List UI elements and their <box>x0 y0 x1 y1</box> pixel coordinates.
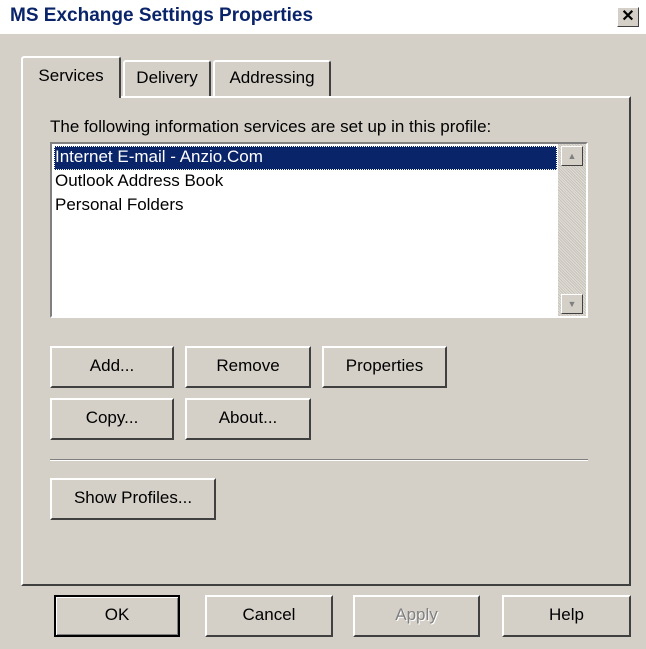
remove-button-label: Remove <box>216 356 280 375</box>
apply-button-label: Apply <box>395 605 438 624</box>
cancel-button[interactable]: Cancel <box>205 595 333 637</box>
properties-dialog: MS Exchange Settings Properties ✕ Servic… <box>0 0 646 649</box>
scroll-up-icon[interactable]: ▲ <box>561 146 583 166</box>
tab-services[interactable]: Services <box>21 56 121 98</box>
cancel-button-label: Cancel <box>242 605 296 624</box>
tab-delivery-label: Delivery <box>136 68 198 87</box>
tab-services-label: Services <box>38 66 104 85</box>
tab-delivery[interactable]: Delivery <box>123 60 211 96</box>
about-button-label: About... <box>218 408 278 427</box>
apply-button[interactable]: Apply <box>353 595 480 637</box>
add-button-label: Add... <box>89 356 135 375</box>
list-item[interactable]: Internet E-mail - Anzio.Com <box>54 146 557 170</box>
list-item-label: Outlook Address Book <box>55 171 224 190</box>
list-scrollbar[interactable]: ▲ ▼ <box>558 144 586 316</box>
copy-button[interactable]: Copy... <box>50 398 174 440</box>
separator <box>50 459 588 461</box>
help-button-label: Help <box>549 605 584 624</box>
close-button[interactable]: ✕ <box>617 7 639 27</box>
about-button[interactable]: About... <box>185 398 311 440</box>
remove-button[interactable]: Remove <box>185 346 311 388</box>
window-title: MS Exchange Settings Properties <box>10 5 314 26</box>
services-listbox[interactable]: Internet E-mail - Anzio.Com Outlook Addr… <box>50 142 588 318</box>
tab-addressing[interactable]: Addressing <box>213 60 331 96</box>
list-item[interactable]: Personal Folders <box>54 194 184 218</box>
help-button[interactable]: Help <box>502 595 631 637</box>
show-profiles-button[interactable]: Show Profiles... <box>50 478 216 520</box>
show-profiles-button-label: Show Profiles... <box>73 488 193 507</box>
tab-addressing-label: Addressing <box>229 68 315 87</box>
list-item-label: Internet E-mail - Anzio.Com <box>55 147 263 166</box>
list-item-label: Personal Folders <box>55 195 184 214</box>
ok-button[interactable]: OK <box>54 595 180 637</box>
copy-button-label: Copy... <box>85 408 139 427</box>
properties-button-label: Properties <box>345 356 424 375</box>
scroll-down-icon[interactable]: ▼ <box>561 294 583 314</box>
properties-button[interactable]: Properties <box>322 346 447 388</box>
close-icon: ✕ <box>621 8 635 25</box>
services-info-label: The following information services are s… <box>50 117 492 136</box>
list-item[interactable]: Outlook Address Book <box>54 170 223 194</box>
add-button[interactable]: Add... <box>50 346 174 388</box>
ok-button-label: OK <box>104 605 130 624</box>
title-bar: MS Exchange Settings Properties ✕ <box>0 0 646 34</box>
